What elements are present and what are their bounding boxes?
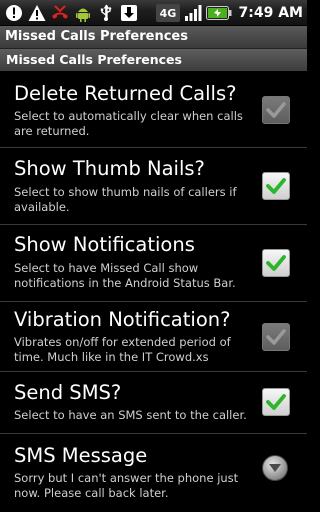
preference-list: Delete Returned Calls? Select to automat… (0, 72, 307, 512)
pref-title: Delete Returned Calls? (14, 82, 237, 105)
system-icons: 4G 7:49 AM (155, 3, 303, 23)
status-bar: 4G 7:49 AM (0, 0, 307, 26)
delete-returned-calls-checkbox[interactable] (262, 96, 290, 124)
pref-summary: Vibrates on/off for extended period of t… (14, 335, 231, 364)
pref-summary: Sorry but I can't answer the phone just … (14, 471, 239, 500)
chevron-down-icon (269, 464, 281, 472)
show-notifications-checkbox[interactable] (262, 249, 290, 277)
check-icon (266, 102, 286, 118)
pref-title: Vibration Notification? (14, 308, 231, 331)
check-icon (266, 255, 286, 271)
missed-call-icon (50, 4, 70, 22)
send-sms-checkbox[interactable] (262, 388, 290, 416)
check-icon (266, 329, 286, 345)
signal-icon (183, 4, 203, 22)
error-icon (4, 4, 24, 22)
check-icon (266, 394, 286, 410)
check-icon (266, 178, 286, 194)
category-label: Missed Calls Preferences (6, 52, 182, 67)
pref-delete-returned-calls[interactable]: Delete Returned Calls? Select to automat… (0, 72, 307, 148)
show-thumb-nails-checkbox[interactable] (262, 172, 290, 200)
vibration-notification-checkbox[interactable] (262, 323, 290, 351)
pref-show-thumb-nails[interactable]: Show Thumb Nails? Select to show thumb n… (0, 148, 307, 225)
pref-title: SMS Message (14, 444, 148, 467)
clock-ampm: AM (278, 5, 303, 21)
download-icon (119, 4, 139, 22)
pref-send-sms[interactable]: Send SMS? Select to have an SMS sent to … (0, 372, 307, 434)
pref-title: Send SMS? (14, 381, 122, 404)
warning-icon (27, 4, 47, 22)
pref-show-notifications[interactable]: Show Notifications Select to have Missed… (0, 225, 307, 302)
notification-icons (4, 3, 142, 23)
battery-icon (205, 4, 232, 22)
preference-category-header: Missed Calls Preferences (0, 49, 307, 71)
clock-time: 7:49 (238, 5, 274, 21)
window-title: Missed Calls Preferences (5, 29, 188, 44)
checkbox-box (262, 172, 290, 200)
network-4g-icon: 4G (155, 4, 180, 22)
usb-icon (96, 4, 116, 22)
network-type-label: 4G (159, 7, 176, 20)
pref-summary: Select to automatically clear when calls… (14, 109, 243, 138)
title-bar: Missed Calls Preferences (0, 26, 307, 49)
checkbox-box (262, 96, 290, 124)
checkbox-box (262, 323, 290, 351)
pref-summary: Select to show thumb nails of callers if… (14, 185, 237, 214)
pref-summary: Select to have Missed Call show notifica… (14, 261, 236, 290)
sms-message-dropdown[interactable] (262, 455, 290, 483)
pref-summary: Select to have an SMS sent to the caller… (14, 408, 247, 422)
pref-vibration-notification[interactable]: Vibration Notification? Vibrates on/off … (0, 302, 307, 372)
clock: 7:49 AM (239, 5, 303, 21)
pref-title: Show Notifications (14, 233, 195, 256)
dropdown-button (262, 455, 288, 481)
checkbox-box (262, 249, 290, 277)
pref-sms-message[interactable]: SMS Message Sorry but I can't answer the… (0, 434, 307, 512)
android-icon (73, 4, 93, 22)
checkbox-box (262, 388, 290, 416)
pref-title: Show Thumb Nails? (14, 157, 205, 180)
